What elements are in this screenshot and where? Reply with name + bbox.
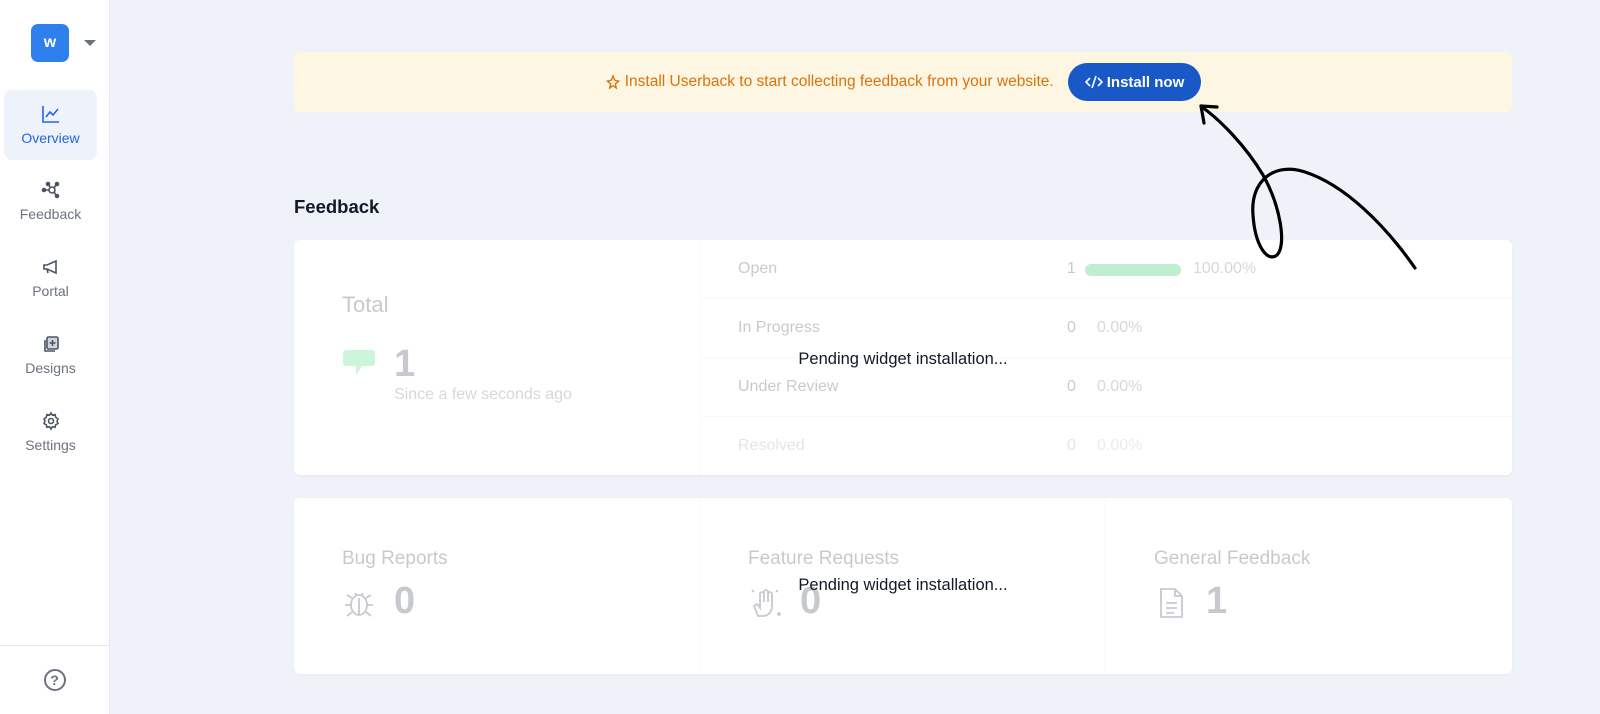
category-label: Bug Reports xyxy=(342,548,448,569)
gear-icon xyxy=(42,411,59,431)
sidebar-item-feedback[interactable]: Feedback xyxy=(4,166,97,236)
status-row-resolved: Resolved 0 0.00% xyxy=(701,417,1512,475)
status-percent: 100.00% xyxy=(1193,260,1257,277)
total-label: Total xyxy=(342,292,389,317)
sidebar: w Overview Feedback Portal Designs Setti… xyxy=(0,0,110,714)
status-progress-bar xyxy=(1085,264,1181,276)
status-label: In Progress xyxy=(738,319,820,336)
install-now-label: Install now xyxy=(1106,73,1185,91)
section-title: Feedback xyxy=(294,196,380,217)
megaphone-icon xyxy=(42,259,57,275)
status-label: Resolved xyxy=(738,437,805,454)
install-banner: Install Userback to start collecting fee… xyxy=(294,52,1512,112)
category-label: General Feedback xyxy=(1154,548,1311,569)
status-count: 0 xyxy=(1067,437,1076,454)
sidebar-item-overview[interactable]: Overview xyxy=(4,90,97,160)
sidebar-item-settings[interactable]: Settings xyxy=(4,397,97,467)
sparkle-icon xyxy=(605,74,620,90)
workspace-avatar[interactable]: w xyxy=(31,24,69,62)
designs-icon xyxy=(43,336,59,352)
pending-installation-message: Pending widget installation... xyxy=(798,576,1008,594)
sidebar-item-label: Designs xyxy=(25,360,76,376)
sidebar-item-label: Settings xyxy=(25,437,76,453)
status-count: 0 xyxy=(1067,319,1076,336)
sidebar-item-designs[interactable]: Designs xyxy=(4,320,97,390)
sidebar-item-portal[interactable]: Portal xyxy=(4,243,97,313)
sidebar-footer: ? xyxy=(0,645,109,714)
pending-installation-message: Pending widget installation... xyxy=(798,350,1008,368)
banner-text: Install Userback to start collecting fee… xyxy=(624,73,1054,90)
status-label: Under Review xyxy=(738,378,839,395)
install-now-button[interactable]: Install now xyxy=(1067,63,1202,101)
status-percent: 0.00% xyxy=(1097,319,1143,336)
feedback-categories-card: Bug Reports 0 Feature Requests 0 General… xyxy=(294,498,1512,674)
status-count: 0 xyxy=(1067,378,1076,395)
banner-message: Install Userback to start collecting fee… xyxy=(605,73,1054,91)
chevron-down-icon[interactable] xyxy=(84,40,96,46)
status-label: Open xyxy=(738,260,778,277)
status-row-open: Open 1 100.00% xyxy=(701,240,1512,299)
category-label: Feature Requests xyxy=(748,548,900,569)
sidebar-item-label: Portal xyxy=(32,283,69,299)
code-icon xyxy=(1084,75,1103,89)
status-percent: 0.00% xyxy=(1097,378,1143,395)
status-count: 1 xyxy=(1067,260,1076,277)
sidebar-item-label: Overview xyxy=(21,130,80,146)
status-percent: 0.00% xyxy=(1097,437,1143,454)
total-since: Since a few seconds ago xyxy=(394,386,572,403)
feedback-summary-card: Total 1 Since a few seconds ago Open 1 1… xyxy=(294,240,1512,475)
chart-line-icon xyxy=(41,106,59,123)
help-icon[interactable]: ? xyxy=(43,669,66,691)
nodes-icon xyxy=(41,181,59,199)
sidebar-item-label: Feedback xyxy=(19,206,82,222)
